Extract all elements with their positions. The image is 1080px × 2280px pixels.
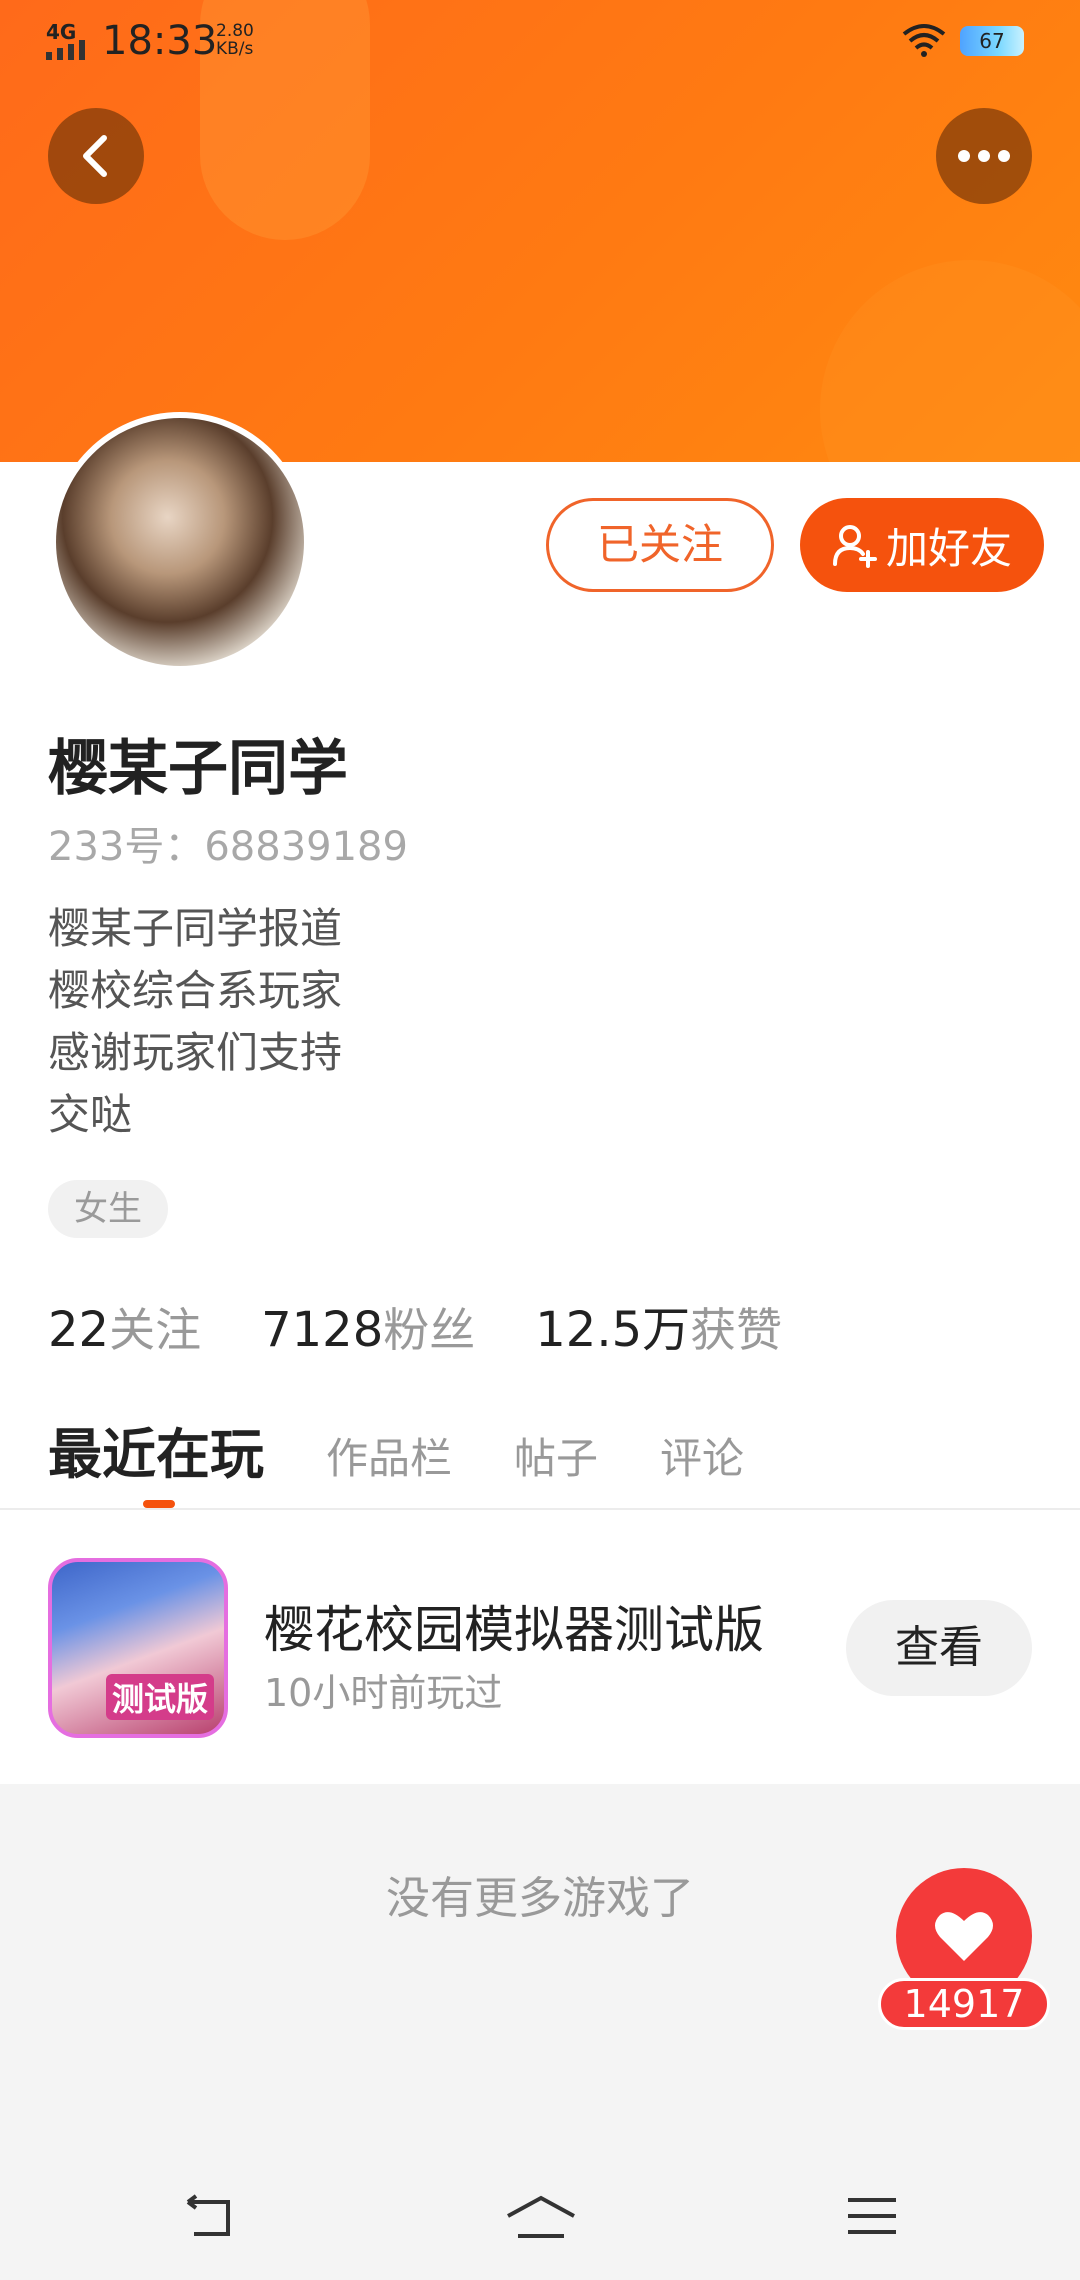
wifi-icon (900, 22, 948, 62)
more-dots-icon (958, 150, 1010, 162)
bio-line: 樱某子同学报道 (48, 904, 343, 953)
nav-menu-icon[interactable] (846, 2194, 898, 2244)
status-bar: 4G 18:33 2.80 KB/s 67 (0, 0, 1080, 80)
battery-icon: 67 (960, 26, 1024, 56)
nav-home-icon[interactable] (504, 2194, 578, 2244)
profile-id: 233号：68839189 (48, 824, 408, 870)
bio-line: 感谢玩家们支持 (48, 1028, 343, 1077)
nav-back-icon[interactable] (178, 2194, 238, 2244)
avatar-image (56, 418, 304, 666)
profile-tabs: 最近在玩 作品栏 帖子 评论 (48, 1410, 744, 1489)
stat-value: 22 (48, 1302, 110, 1358)
avatar[interactable] (50, 412, 310, 672)
gender-tag: 女生 (48, 1180, 168, 1238)
game-title[interactable]: 樱花校园模拟器测试版 (264, 1590, 764, 1662)
stat-label: 获赞 (690, 1303, 783, 1357)
game-icon[interactable]: 测试版 (48, 1558, 228, 1738)
followed-button[interactable]: 已关注 (546, 498, 774, 592)
signal-icon (46, 40, 85, 60)
add-friend-label: 加好友 (885, 523, 1012, 573)
profile-bio: 樱某子同学报道 樱校综合系玩家 感谢玩家们支持 交哒 (48, 898, 342, 1146)
add-friend-button[interactable]: 加好友 (800, 498, 1044, 592)
header-decoration (820, 260, 1080, 462)
network-speed-unit: KB/s (216, 39, 254, 59)
back-button[interactable] (48, 108, 144, 204)
bio-line: 樱校综合系玩家 (48, 966, 343, 1015)
profile-stats: 22关注 7128粉丝 12.5万获赞 (48, 1290, 782, 1360)
game-last-played: 10小时前玩过 (264, 1671, 503, 1715)
stat-label: 粉丝 (383, 1303, 476, 1357)
status-time: 18:33 (102, 18, 218, 64)
stat-following[interactable]: 22关注 (48, 1294, 201, 1360)
stat-value: 7128 (261, 1302, 384, 1358)
network-speed: 2.80 KB/s (216, 22, 254, 58)
tab-works[interactable]: 作品栏 (326, 1425, 452, 1486)
system-nav-bar (0, 2154, 1080, 2280)
game-icon-label: 测试版 (105, 1674, 214, 1720)
profile-name: 樱某子同学 (48, 734, 348, 804)
tab-comments[interactable]: 评论 (660, 1425, 744, 1486)
stat-value: 12.5万 (535, 1302, 691, 1358)
chevron-left-icon (83, 135, 107, 177)
stat-label: 关注 (109, 1303, 202, 1357)
tab-recently-played[interactable]: 最近在玩 (48, 1410, 264, 1489)
more-button[interactable] (936, 108, 1032, 204)
bio-line: 交哒 (48, 1090, 133, 1139)
heart-icon (935, 1912, 993, 1961)
like-count: 14917 (878, 1978, 1050, 2030)
network-speed-value: 2.80 (216, 21, 254, 41)
add-user-icon (832, 525, 877, 568)
tab-posts[interactable]: 帖子 (514, 1425, 598, 1486)
view-game-button[interactable]: 查看 (846, 1600, 1032, 1696)
tabs-divider (0, 1508, 1080, 1510)
stat-followers[interactable]: 7128粉丝 (261, 1294, 475, 1360)
stat-likes[interactable]: 12.5万获赞 (535, 1290, 782, 1360)
active-tab-indicator (143, 1500, 175, 1508)
